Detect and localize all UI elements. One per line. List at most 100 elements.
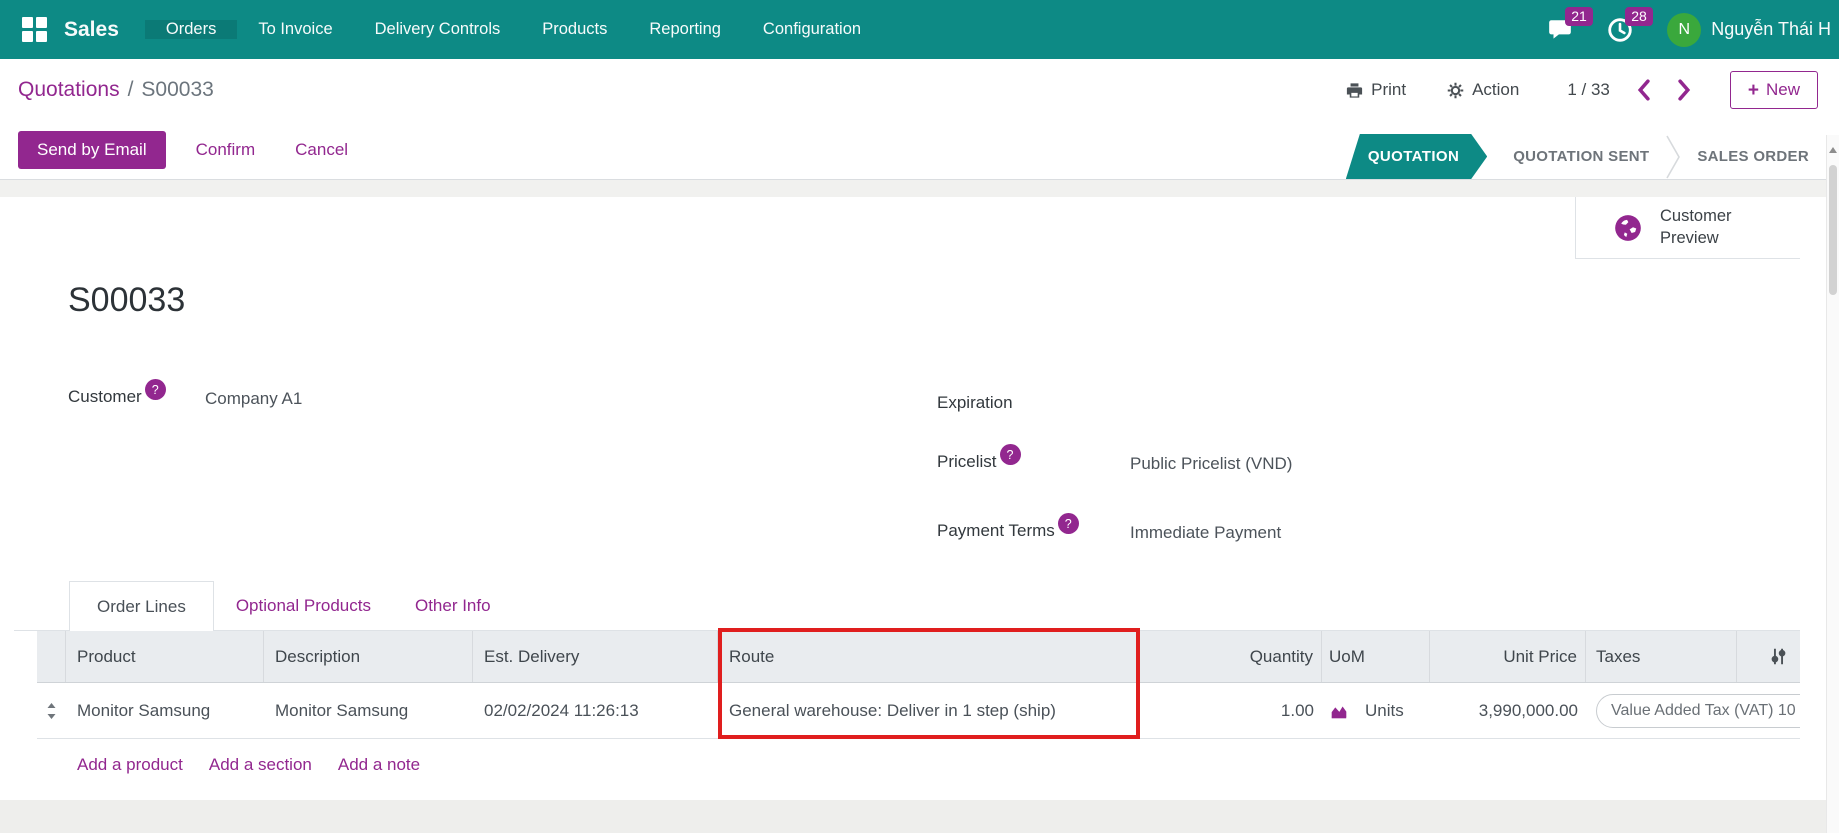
control-panel-actions: Print Action 1 / 33 + New: [1305, 71, 1818, 109]
cell-uom[interactable]: Units: [1322, 683, 1430, 738]
breadcrumb-separator: /: [127, 78, 134, 101]
vertical-scrollbar[interactable]: [1826, 135, 1839, 833]
column-header-quantity[interactable]: Quantity: [1140, 631, 1322, 682]
new-label: New: [1765, 80, 1800, 99]
stage-separator-icon: [1666, 135, 1681, 178]
cell-unit-price[interactable]: 3,990,000.00: [1430, 683, 1586, 738]
cell-taxes[interactable]: Value Added Tax (VAT) 10: [1586, 683, 1800, 738]
column-header-route[interactable]: Route: [718, 631, 1140, 682]
row-drag-handle[interactable]: [37, 683, 66, 738]
help-icon[interactable]: ?: [1057, 513, 1079, 534]
forecast-chart-icon[interactable]: [1329, 702, 1349, 720]
gear-icon: [1447, 82, 1464, 98]
nav-item-orders[interactable]: Orders: [144, 20, 238, 39]
apps-square: [22, 30, 33, 42]
pricelist-label-text: Pricelist: [937, 452, 997, 471]
tax-tag[interactable]: Value Added Tax (VAT) 10: [1596, 693, 1800, 728]
tab-order-lines[interactable]: Order Lines: [69, 581, 214, 631]
cell-est-delivery[interactable]: 02/02/2024 11:26:13: [473, 683, 718, 738]
stage-quotation[interactable]: QUOTATION: [1346, 134, 1487, 179]
breadcrumb: Quotations / S00033: [18, 78, 214, 102]
column-header-product[interactable]: Product: [66, 631, 264, 682]
apps-square: [36, 16, 47, 28]
up-down-arrows-icon: [47, 702, 56, 719]
apps-menu-icon[interactable]: [22, 16, 48, 43]
plus-icon: +: [1747, 79, 1759, 101]
pager-next-button[interactable]: [1677, 79, 1692, 101]
page-background-bottom: [0, 800, 1839, 833]
tab-optional-products[interactable]: Optional Products: [214, 581, 393, 631]
add-a-note-link[interactable]: Add a note: [338, 755, 420, 775]
apps-square: [36, 30, 47, 42]
cell-product[interactable]: Monitor Samsung: [66, 683, 264, 738]
tab-other-info[interactable]: Other Info: [393, 581, 513, 631]
activities-badge: 28: [1625, 6, 1653, 26]
customer-field-value[interactable]: Company A1: [205, 389, 302, 409]
chevron-right-icon: [1678, 79, 1691, 101]
customer-preview-button[interactable]: Customer Preview: [1575, 197, 1800, 259]
stage-quotation-sent[interactable]: QUOTATION SENT: [1513, 148, 1649, 165]
messages-badge: 21: [1565, 6, 1593, 26]
table-footer-links: Add a product Add a section Add a note: [37, 739, 1800, 791]
new-button[interactable]: + New: [1729, 71, 1818, 109]
messages-button[interactable]: 21: [1547, 6, 1593, 45]
customer-label-text: Customer: [68, 387, 142, 406]
nav-item-products[interactable]: Products: [521, 20, 628, 39]
notebook-tabs: Order Lines Optional Products Other Info: [69, 581, 513, 631]
cell-route[interactable]: General warehouse: Deliver in 1 step (sh…: [718, 683, 1140, 738]
handle-column-header: [37, 631, 66, 682]
top-navbar: Sales Orders To Invoice Delivery Control…: [0, 0, 1839, 59]
form-sheet: Customer Preview S00033 Customer ? Compa…: [14, 197, 1800, 800]
action-button[interactable]: Action: [1446, 80, 1519, 100]
breadcrumb-current: S00033: [141, 78, 214, 101]
print-label: Print: [1371, 80, 1407, 99]
user-avatar[interactable]: N: [1667, 12, 1702, 47]
sliders-icon: [1771, 648, 1786, 665]
add-a-section-link[interactable]: Add a section: [209, 755, 312, 775]
scrollbar-up-arrow-icon[interactable]: [1829, 147, 1837, 153]
expiration-field-label: Expiration: [937, 393, 1013, 413]
customer-preview-line2: Preview: [1660, 228, 1719, 247]
cell-quantity[interactable]: 1.00: [1140, 683, 1322, 738]
send-by-email-button[interactable]: Send by Email: [18, 131, 166, 169]
help-icon[interactable]: ?: [999, 444, 1021, 465]
column-header-unit-price[interactable]: Unit Price: [1430, 631, 1586, 682]
table-row[interactable]: Monitor Samsung Monitor Samsung 02/02/20…: [37, 683, 1800, 739]
pricelist-field-value[interactable]: Public Pricelist (VND): [1130, 454, 1292, 474]
breadcrumb-quotations[interactable]: Quotations: [18, 78, 120, 102]
cancel-button[interactable]: Cancel: [295, 140, 348, 160]
confirm-button[interactable]: Confirm: [196, 140, 256, 160]
nav-item-configuration[interactable]: Configuration: [742, 20, 882, 39]
column-header-est-delivery[interactable]: Est. Delivery: [473, 631, 718, 682]
help-icon[interactable]: ?: [144, 379, 166, 400]
nav-item-reporting[interactable]: Reporting: [628, 20, 742, 39]
print-button[interactable]: Print: [1345, 80, 1406, 100]
cell-description[interactable]: Monitor Samsung: [264, 683, 473, 738]
table-header-row: Product Description Est. Delivery Route …: [37, 631, 1800, 683]
customer-field-label: Customer ?: [68, 379, 166, 408]
nav-item-delivery-controls[interactable]: Delivery Controls: [354, 20, 522, 39]
add-a-product-link[interactable]: Add a product: [77, 755, 183, 775]
customer-preview-line1: Customer: [1660, 206, 1732, 225]
column-header-taxes[interactable]: Taxes: [1586, 631, 1737, 682]
page-background-band: [0, 180, 1839, 197]
expiration-label-text: Expiration: [937, 393, 1013, 412]
column-header-uom[interactable]: UoM: [1322, 631, 1430, 682]
payment-terms-field-value[interactable]: Immediate Payment: [1130, 523, 1281, 543]
activities-button[interactable]: 28: [1607, 6, 1653, 45]
order-lines-table: Product Description Est. Delivery Route …: [37, 631, 1800, 791]
scrollbar-thumb[interactable]: [1829, 165, 1837, 295]
payment-terms-label-text: Payment Terms: [937, 521, 1055, 540]
optional-columns-button[interactable]: [1737, 631, 1800, 682]
user-name[interactable]: Nguyễn Thái H: [1711, 19, 1831, 40]
column-header-description[interactable]: Description: [264, 631, 473, 682]
cell-uom-text: Units: [1365, 700, 1404, 720]
app-name[interactable]: Sales: [64, 18, 119, 42]
control-panel-bottom: Send by Email Confirm Cancel QUOTATION Q…: [0, 121, 1839, 180]
page-title: S00033: [68, 281, 186, 319]
nav-menu: Orders To Invoice Delivery Controls Prod…: [144, 20, 882, 39]
nav-item-to-invoice[interactable]: To Invoice: [237, 20, 353, 39]
stage-sales-order[interactable]: SALES ORDER: [1697, 148, 1809, 165]
pager-previous-button[interactable]: [1636, 79, 1651, 101]
action-label: Action: [1472, 80, 1520, 99]
